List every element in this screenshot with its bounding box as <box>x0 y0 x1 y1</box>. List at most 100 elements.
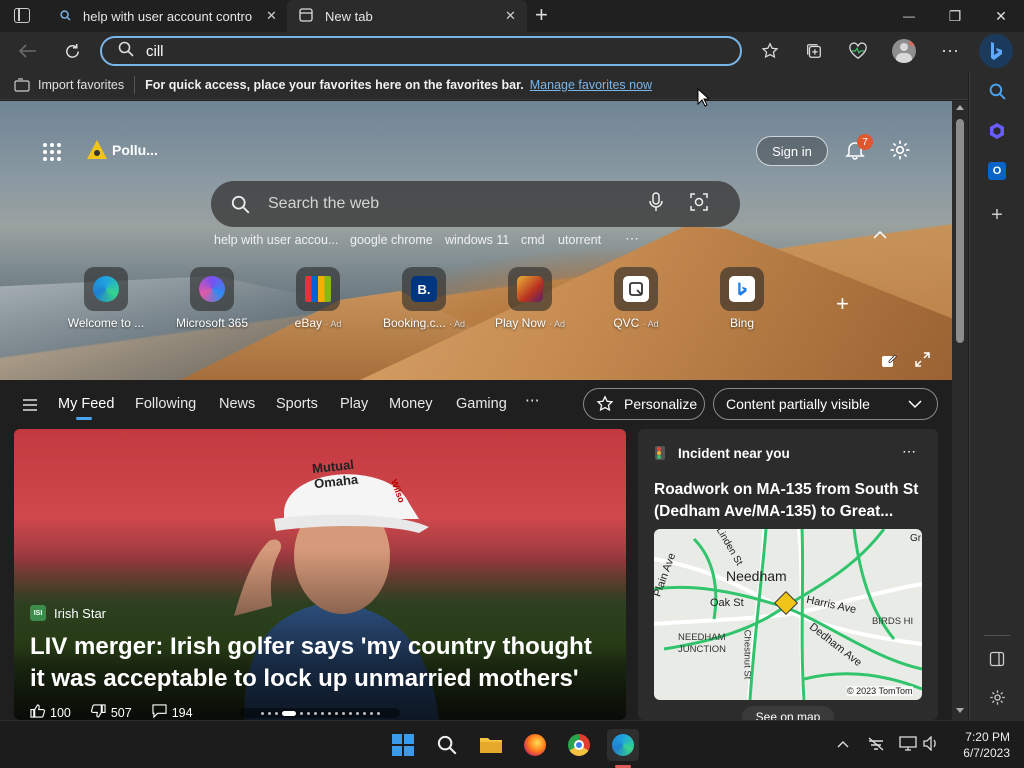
manage-favorites-link[interactable]: Manage favorites now <box>530 78 652 92</box>
heart-pulse-icon <box>849 42 867 59</box>
quick-link-welcome[interactable]: Welcome to ... <box>61 267 151 330</box>
search-suggestion[interactable]: google chrome <box>350 233 433 247</box>
tab-help-user-account-control[interactable]: help with user account control im ✕ <box>44 0 286 32</box>
quick-link-booking[interactable]: B. Booking.c... · Ad <box>379 267 469 330</box>
tab-following[interactable]: Following <box>135 396 196 412</box>
card-more-button[interactable]: ⋯ <box>902 443 916 460</box>
content-visibility-dropdown[interactable]: Content partially visible <box>713 388 938 420</box>
feed-menu-icon[interactable] <box>23 398 37 416</box>
firefox-button[interactable] <box>519 729 551 761</box>
traffic-map[interactable]: Needham Oak St Harris Ave NEEDHAM JUNCTI… <box>654 529 922 700</box>
tab-news[interactable]: News <box>219 396 255 412</box>
page-settings-button[interactable] <box>889 139 911 166</box>
sidebar-outlook-button[interactable]: O <box>984 158 1010 184</box>
search-suggestion[interactable]: cmd <box>521 233 545 247</box>
minimize-button[interactable]: — <box>886 0 932 32</box>
tab-title: New tab <box>325 8 373 24</box>
quick-link-qvc[interactable]: QVC · Ad <box>591 267 681 330</box>
publisher-logo-icon: ISI <box>30 605 46 621</box>
browser-essentials-button[interactable] <box>843 36 873 66</box>
sidebar-copilot-button[interactable] <box>984 118 1010 144</box>
scrollbar-thumb[interactable] <box>956 119 964 343</box>
bing-chat-button[interactable] <box>979 34 1013 68</box>
chrome-button[interactable] <box>563 729 595 761</box>
address-input[interactable] <box>146 42 706 60</box>
edge-button[interactable] <box>607 729 639 761</box>
file-explorer-button[interactable] <box>475 729 507 761</box>
close-window-button[interactable]: ✕ <box>978 0 1024 32</box>
sidebar-settings-button[interactable] <box>984 684 1010 710</box>
star-add-icon <box>761 42 779 59</box>
import-favorites-button[interactable]: Import favorites <box>14 78 124 92</box>
taskbar-search-button[interactable] <box>431 729 463 761</box>
sign-in-button[interactable]: Sign in <box>756 136 828 166</box>
new-tab-page: Pollu... Sign in 7 Search the web help w… <box>0 101 952 720</box>
close-tab-icon[interactable]: ✕ <box>266 8 277 24</box>
quick-link-bing[interactable]: Bing <box>697 267 787 330</box>
monitor-icon[interactable] <box>899 736 917 754</box>
search-suggestion[interactable]: help with user accou... <box>214 233 338 247</box>
collapse-quick-links-icon[interactable] <box>873 227 887 245</box>
edit-background-icon[interactable] <box>881 352 898 373</box>
tab-play[interactable]: Play <box>340 396 368 412</box>
story-headline[interactable]: LIV merger: Irish golfer says 'my countr… <box>30 631 610 695</box>
page-scrollbar[interactable] <box>952 101 968 720</box>
tab-my-feed[interactable]: My Feed <box>58 396 114 412</box>
quick-link-ebay[interactable]: eBay · Ad <box>273 267 363 330</box>
settings-and-more-button[interactable]: ⋯ <box>935 36 965 66</box>
tab-title: help with user account control im <box>83 8 253 24</box>
hide-sidebar-button[interactable] <box>984 646 1010 672</box>
microphone-icon[interactable] <box>648 191 664 217</box>
tab-money[interactable]: Money <box>389 396 433 412</box>
profile-button[interactable] <box>889 36 919 66</box>
sidebar-search-button[interactable] <box>984 78 1010 104</box>
scroll-up-arrow-icon[interactable] <box>956 105 964 110</box>
expand-icon[interactable] <box>915 352 930 372</box>
sidebar-add-button[interactable]: + <box>984 202 1010 228</box>
notifications-button[interactable]: 7 <box>845 134 873 162</box>
quick-link-play-now[interactable]: Play Now · Ad <box>485 267 575 330</box>
tab-gaming[interactable]: Gaming <box>456 396 507 412</box>
start-button[interactable] <box>387 729 419 761</box>
close-tab-icon[interactable]: ✕ <box>505 8 516 24</box>
top-story-card[interactable]: Mutual Omaha Wilso ISI Irish Star LIV me… <box>14 429 626 720</box>
more-tabs-button[interactable]: ⋯ <box>525 393 540 409</box>
network-disconnected-icon[interactable] <box>867 737 885 754</box>
story-source[interactable]: ISI Irish Star <box>30 605 106 621</box>
search-suggestion[interactable]: windows 11 <box>445 233 509 247</box>
divider <box>984 635 1010 636</box>
visual-search-icon[interactable] <box>690 192 708 216</box>
incident-headline[interactable]: Roadwork on MA-135 from South St (Dedham… <box>654 479 926 523</box>
back-button[interactable] <box>13 36 43 66</box>
tab-actions-icon[interactable] <box>14 8 30 23</box>
scroll-down-arrow-icon[interactable] <box>956 708 964 713</box>
personalize-button[interactable]: Personalize <box>583 388 705 420</box>
search-suggestion[interactable]: utorrent <box>558 233 601 247</box>
show-hidden-icons-button[interactable] <box>837 735 849 751</box>
refresh-button[interactable] <box>57 36 87 66</box>
web-search-box[interactable]: Search the web <box>211 181 740 227</box>
restore-button[interactable]: ❐ <box>932 0 978 32</box>
collections-button[interactable] <box>799 36 829 66</box>
carousel-indicator[interactable] <box>240 708 400 718</box>
see-on-map-button[interactable]: See on map <box>742 706 834 720</box>
quick-link-microsoft-365[interactable]: Microsoft 365 <box>167 267 257 330</box>
tab-sports[interactable]: Sports <box>276 396 318 412</box>
app-launcher-button[interactable] <box>42 142 62 162</box>
like-icon[interactable] <box>30 704 45 720</box>
add-favorite-button[interactable] <box>755 36 785 66</box>
new-tab-page-icon <box>299 7 313 25</box>
clock[interactable]: 7:20 PM 6/7/2023 <box>950 729 1010 761</box>
volume-icon[interactable] <box>923 735 939 754</box>
tab-new-tab[interactable]: New tab ✕ <box>287 0 527 32</box>
address-bar[interactable] <box>100 36 742 66</box>
search-placeholder: Search the web <box>268 195 380 212</box>
add-quick-link-button[interactable]: + <box>836 291 849 317</box>
more-suggestions-button[interactable]: ⋯ <box>625 230 639 247</box>
traffic-incident-card[interactable]: Incident near you ⋯ Roadwork on MA-135 f… <box>638 429 938 720</box>
comment-icon[interactable] <box>152 704 167 720</box>
dislike-icon[interactable] <box>90 704 106 720</box>
new-tab-button[interactable]: + <box>535 2 548 28</box>
weather-widget[interactable]: Pollu... <box>86 139 158 161</box>
search-icon <box>989 83 1006 100</box>
